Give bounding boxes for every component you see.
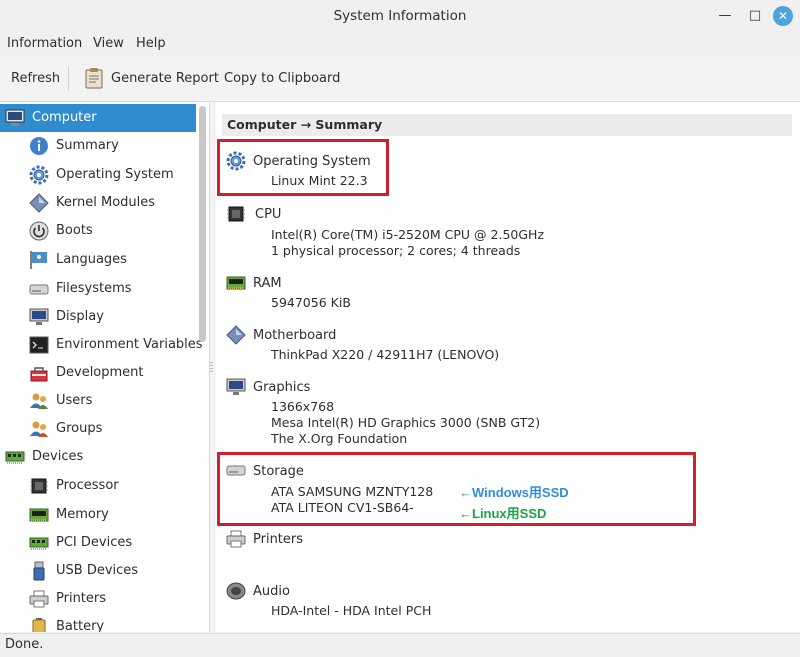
sidebar-item-summary[interactable]: Summary: [0, 132, 196, 160]
section-title-ram: RAM: [253, 276, 282, 291]
section-title-audio: Audio: [253, 584, 290, 599]
cpu-model: Intel(R) Core(TM) i5-2520M CPU @ 2.50GHz: [271, 227, 545, 242]
graphics-vendor: The X.Org Foundation: [271, 431, 408, 446]
section-title-cpu: CPU: [255, 207, 282, 222]
section-title-graphics: Graphics: [253, 380, 311, 395]
sidebar-item-usb-devices[interactable]: USB Devices: [0, 557, 196, 585]
graphics-adapter: Mesa Intel(R) HD Graphics 3000 (SNB GT2): [271, 415, 541, 430]
sidebar-item-users[interactable]: Users: [0, 387, 196, 415]
monitor-icon: [5, 109, 25, 126]
sidebar-item-pci-devices[interactable]: PCI Devices: [0, 529, 196, 557]
report-icon[interactable]: [85, 67, 103, 89]
close-icon[interactable]: ✕: [773, 6, 793, 26]
sidebar-item-processor[interactable]: Processor: [0, 472, 196, 500]
menu-help[interactable]: Help: [136, 36, 166, 51]
section-title-motherboard: Motherboard: [253, 328, 337, 343]
ram-icon: [29, 508, 49, 522]
sidebar-item-printers[interactable]: Printers: [0, 585, 196, 613]
usb-icon: [33, 561, 45, 581]
sidebar-item-environment-variables[interactable]: Environment Variables: [0, 331, 203, 359]
sidebar-item-groups[interactable]: Groups: [0, 415, 196, 443]
diamond-icon: [29, 193, 49, 213]
menu-bar: Information View Help: [0, 32, 800, 56]
title-bar: System Information: [0, 0, 800, 32]
motherboard-value: ThinkPad X220 / 42911H7 (LENOVO): [271, 347, 500, 362]
users-icon: [30, 393, 48, 409]
diamond-icon: [226, 325, 246, 345]
power-icon: [29, 221, 49, 241]
status-bar: Done.: [0, 633, 800, 657]
groups-icon: [30, 421, 48, 437]
sidebar-item-devices[interactable]: Devices: [0, 443, 196, 471]
display-icon: [29, 308, 49, 325]
generate-report-button[interactable]: Generate Report: [111, 71, 219, 86]
pane-divider-handle[interactable]: [210, 362, 213, 374]
sidebar-item-display[interactable]: Display: [0, 303, 196, 331]
highlight-box-os: [217, 139, 389, 196]
terminal-icon: [29, 336, 49, 354]
battery-icon: [32, 618, 46, 632]
window-title: System Information: [333, 8, 467, 24]
sidebar-scrollbar[interactable]: [199, 106, 206, 342]
highlight-box-storage: [217, 452, 696, 526]
toolbox-icon: [30, 367, 48, 382]
menu-information[interactable]: Information: [7, 36, 82, 51]
printer-icon: [29, 590, 49, 608]
sidebar-item-memory[interactable]: Memory: [0, 501, 196, 529]
cpu-icon: [227, 206, 245, 222]
summary-panel: Computer → Summary Operating System Linu…: [216, 102, 800, 632]
pci-card-icon: [29, 537, 49, 550]
ram-icon: [226, 276, 246, 290]
info-icon: [30, 137, 48, 155]
menu-view[interactable]: View: [93, 36, 124, 51]
graphics-resolution: 1366x768: [271, 399, 335, 414]
breadcrumb: Computer → Summary: [222, 114, 792, 136]
sidebar-item-languages[interactable]: Languages: [0, 246, 196, 274]
cpu-topology: 1 physical processor; 2 cores; 4 threads: [271, 243, 521, 258]
section-title-printers: Printers: [253, 532, 304, 547]
audio-value: HDA-Intel - HDA Intel PCH: [271, 603, 432, 618]
ram-value: 5947056 KiB: [271, 295, 351, 310]
sidebar: Computer Summary Operating System Kernel…: [0, 102, 210, 632]
pci-card-icon: [5, 451, 25, 464]
sidebar-item-battery[interactable]: Battery: [0, 613, 196, 632]
minimize-icon[interactable]: —: [715, 6, 735, 26]
printer-icon: [226, 530, 246, 548]
drive-icon: [29, 284, 49, 295]
gear-icon: [29, 165, 49, 185]
toolbar: Refresh Generate Report Copy to Clipboar…: [0, 57, 800, 102]
sidebar-item-kernel-modules[interactable]: Kernel Modules: [0, 189, 196, 217]
refresh-button[interactable]: Refresh: [11, 71, 60, 86]
toolbar-separator: [68, 67, 69, 91]
sidebar-item-operating-system[interactable]: Operating System: [0, 161, 196, 189]
sidebar-item-filesystems[interactable]: Filesystems: [0, 275, 196, 303]
speaker-icon: [226, 582, 246, 600]
sidebar-item-computer[interactable]: Computer: [0, 104, 196, 132]
display-icon: [226, 378, 246, 395]
cpu-icon: [30, 478, 48, 494]
copy-to-clipboard-button[interactable]: Copy to Clipboard: [224, 71, 340, 86]
sidebar-item-boots[interactable]: Boots: [0, 217, 196, 245]
maximize-icon[interactable]: □: [745, 6, 765, 26]
sidebar-item-development[interactable]: Development: [0, 359, 196, 387]
status-text: Done.: [5, 637, 44, 652]
flag-icon: [30, 251, 47, 269]
